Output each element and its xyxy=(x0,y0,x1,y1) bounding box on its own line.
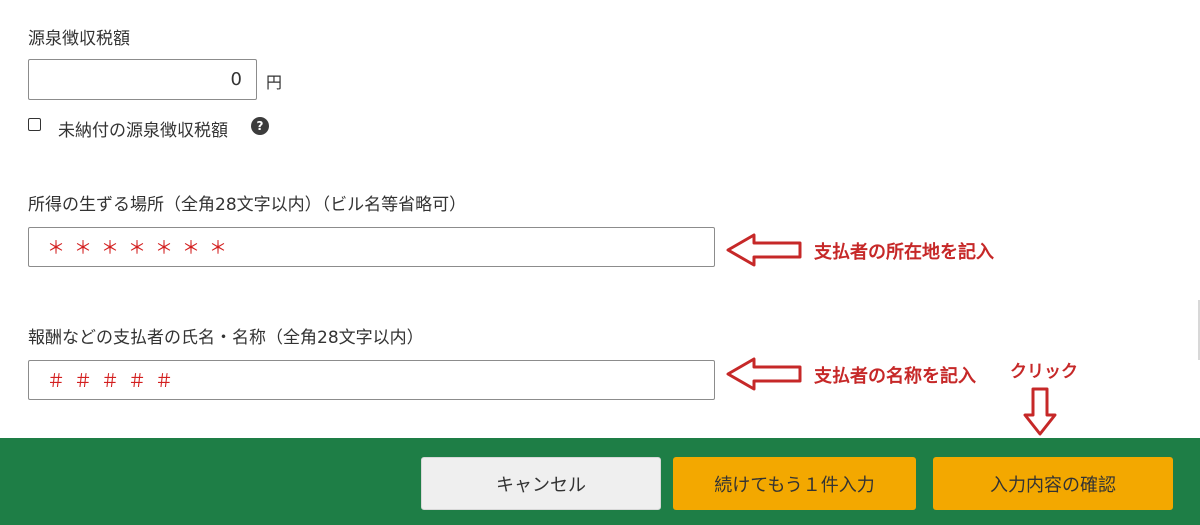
continue-input-button[interactable]: 続けてもう１件入力 xyxy=(673,457,916,510)
income-location-value: ＊＊＊＊＊＊＊ xyxy=(47,238,236,259)
payer-name-annotation: 支払者の名称を記入 xyxy=(814,366,976,387)
confirm-input-button[interactable]: 入力内容の確認 xyxy=(933,457,1173,510)
payer-name-value: ＃＃＃＃＃ xyxy=(47,371,182,392)
income-location-input[interactable]: ＊＊＊＊＊＊＊ xyxy=(28,227,715,267)
question-circle-icon[interactable]: ? xyxy=(251,117,269,135)
yen-unit: 円 xyxy=(266,73,283,92)
withholding-tax-value: 0 xyxy=(230,69,242,90)
hollow-arrow-left-icon xyxy=(726,233,802,267)
hollow-arrow-left-icon xyxy=(726,357,802,391)
payer-name-input[interactable]: ＃＃＃＃＃ xyxy=(28,360,715,400)
hollow-arrow-down-icon xyxy=(1023,387,1057,436)
income-location-label: 所得の生ずる場所（全角28文字以内）（ビル名等省略可） xyxy=(28,195,467,215)
payer-name-label: 報酬などの支払者の氏名・名称（全角28文字以内） xyxy=(28,328,424,348)
cancel-button[interactable]: キャンセル xyxy=(421,457,661,510)
withholding-tax-input[interactable]: 0 xyxy=(28,59,257,100)
unpaid-withholding-label: 未納付の源泉徴収税額 xyxy=(58,121,228,141)
click-annotation: クリック xyxy=(1010,362,1078,382)
location-annotation: 支払者の所在地を記入 xyxy=(814,242,994,263)
unpaid-withholding-checkbox[interactable] xyxy=(28,118,41,131)
withholding-tax-label: 源泉徴収税額 xyxy=(28,29,130,49)
